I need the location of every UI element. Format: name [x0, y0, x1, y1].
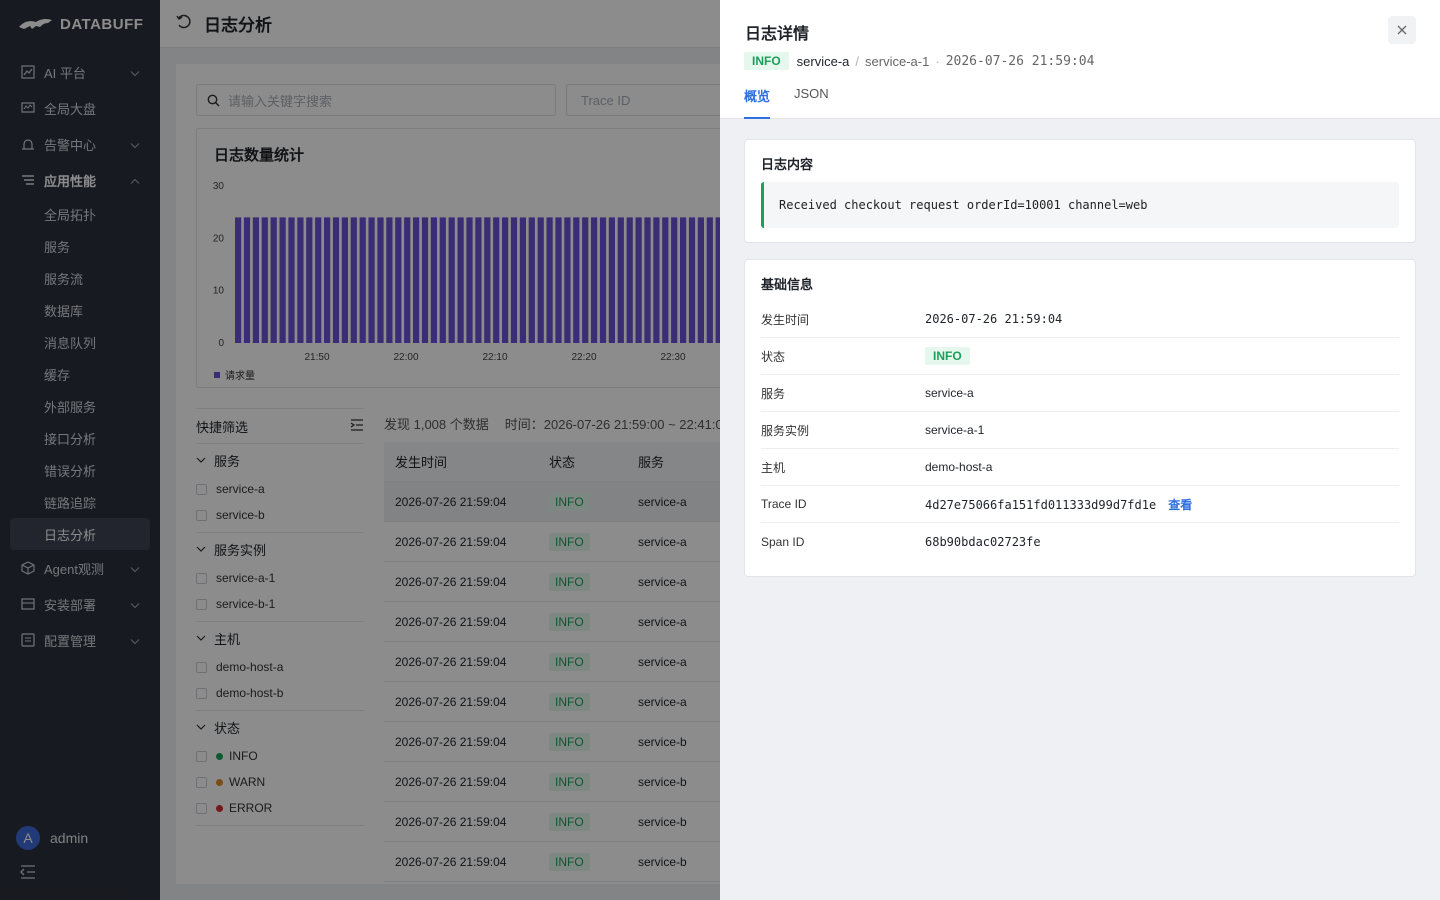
close-icon	[1397, 25, 1407, 35]
log-detail-drawer: 日志详情 INFO service-a / service-a-1 · 2026…	[720, 0, 1440, 900]
info-row: 服务 service-a	[761, 375, 1399, 412]
info-key: 状态	[761, 349, 786, 364]
log-message: Received checkout request orderId=10001 …	[761, 182, 1399, 228]
info-key: 主机	[761, 460, 786, 475]
meta-dot: ·	[935, 53, 940, 69]
info-value-text: 4d27e75066fa151fd011333d99d7fd1e	[925, 497, 1157, 512]
info-row: Trace ID 4d27e75066fa151fd011333d99d7fd1e…	[761, 486, 1399, 523]
info-row: 主机 demo-host-a	[761, 449, 1399, 486]
basic-info-card: 基础信息 发生时间 2026-07-26 21:59:04 状态 INFO 服务 serv…	[744, 259, 1416, 577]
close-button[interactable]	[1388, 16, 1416, 44]
info-row: 状态 INFO	[761, 338, 1399, 375]
info-key: 服务	[761, 386, 786, 401]
meta-service: service-a	[796, 53, 850, 69]
info-value: service-a	[925, 386, 974, 400]
info-key: 发生时间	[761, 312, 810, 327]
info-value: demo-host-a	[925, 460, 992, 474]
info-key: Trace ID	[761, 497, 807, 511]
meta-time: 2026-07-26 21:59:04	[945, 53, 1095, 69]
info-value: 4d27e75066fa151fd011333d99d7fd1e 查看	[925, 496, 1192, 513]
info-row: 服务实例 service-a-1	[761, 412, 1399, 449]
tab-json[interactable]: JSON	[794, 86, 829, 119]
info-value-text: 68b90bdac02723fe	[925, 534, 1041, 549]
info-value-text: service-a	[925, 386, 974, 400]
log-content-card: 日志内容 Received checkout request orderId=1…	[744, 139, 1416, 243]
modal-overlay[interactable]	[0, 0, 720, 900]
info-value: INFO	[925, 347, 970, 365]
info-value-text: 2026-07-26 21:59:04	[925, 312, 1063, 326]
info-key: 服务实例	[761, 423, 810, 438]
info-value: 2026-07-26 21:59:04	[925, 312, 1062, 326]
info-value-text: service-a-1	[925, 423, 985, 437]
drawer-title: 日志详情	[745, 26, 810, 43]
info-value-text: demo-host-a	[925, 460, 993, 474]
info-row: 发生时间 2026-07-26 21:59:04	[761, 301, 1399, 338]
basic-info-title: 基础信息	[761, 277, 814, 292]
tab-overview[interactable]: 概览	[744, 86, 771, 119]
log-content-title: 日志内容	[761, 157, 814, 172]
status-badge: INFO	[925, 347, 970, 365]
info-key: Span ID	[761, 534, 805, 549]
meta-separator: /	[855, 53, 860, 69]
drawer-tabs: 概览 JSON	[744, 86, 829, 119]
info-row: Span ID 68b90bdac02723fe	[761, 523, 1399, 560]
level-badge: INFO	[744, 52, 789, 70]
info-value: 68b90bdac02723fe	[925, 535, 1041, 549]
info-value: service-a-1	[925, 423, 984, 437]
view-trace-link[interactable]: 查看	[1168, 498, 1192, 512]
log-meta: INFO service-a / service-a-1 · 2026-07-2…	[744, 52, 1094, 70]
meta-instance: service-a-1	[865, 53, 930, 69]
